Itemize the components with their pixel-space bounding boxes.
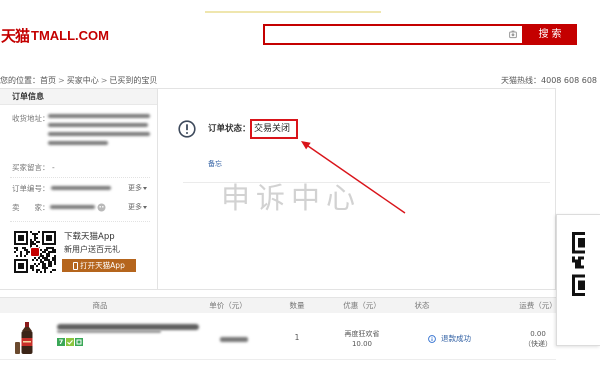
floating-qr-panel [556, 214, 600, 346]
search-button[interactable]: 搜索 [523, 24, 577, 45]
buyer-message-value: - [52, 163, 55, 172]
app-promo-title: 下载天猫App [64, 232, 115, 242]
qr-center-logo-icon [30, 247, 40, 257]
order-status-value: 交易关闭 [254, 124, 291, 134]
qr-modules [572, 232, 585, 296]
seller-name-redacted [50, 205, 95, 209]
breadcrumb-separator: > [58, 76, 65, 85]
unit-price-redacted [220, 337, 248, 342]
address-redacted-line [48, 141, 108, 145]
more-label: 更多 [128, 203, 142, 211]
wangwang-chat-icon[interactable] [97, 203, 106, 212]
alert-icon-dot [186, 132, 188, 134]
search-input[interactable] [269, 27, 509, 42]
logo-text-en: TMALL.COM [31, 27, 109, 43]
quantity-value: 1 [294, 333, 300, 342]
camera-icon[interactable] [509, 30, 517, 39]
phone-icon [73, 261, 79, 270]
info-icon-bar [431, 337, 433, 341]
info-divider [10, 221, 150, 222]
order-number-label: 订单编号： [12, 184, 50, 193]
search-box [263, 24, 524, 45]
address-redacted-line [48, 132, 150, 136]
open-app-button[interactable]: 打开天猫App [62, 259, 136, 272]
product-thumbnail[interactable] [14, 320, 40, 356]
address-redacted-line [48, 123, 148, 127]
open-app-label: 打开天猫App [80, 261, 125, 270]
address-redacted-line [48, 114, 150, 118]
breadcrumb-prefix: 您的位置： [0, 76, 40, 85]
alert-icon-bar [186, 124, 188, 131]
info-icon [428, 334, 436, 343]
breadcrumb-link-home[interactable]: 首页 [40, 76, 56, 85]
badge-check-mark [67, 340, 73, 345]
chevron-down-icon [143, 187, 147, 190]
alert-circle-icon [178, 120, 196, 138]
camera-icon-top [511, 30, 515, 33]
info-icon-dot [431, 336, 433, 338]
order-number-redacted [51, 186, 111, 190]
table-row: 7 1 再度狂欢省 10.00 退款成功 0.00 （快递） [0, 314, 556, 360]
wangwang-icon-eye [102, 206, 104, 208]
breadcrumb-current: 已买到的宝贝 [109, 76, 158, 85]
more-label: 更多 [128, 184, 142, 192]
column-header-status: 状态 [414, 301, 430, 310]
buyer-message-label: 买家留言： [12, 163, 50, 172]
seller-label: 卖 家： [12, 203, 50, 212]
side-qr-clip [569, 229, 585, 299]
service-badge-icon [66, 338, 74, 346]
watermark-text: 申诉中心 [221, 181, 362, 215]
wangwang-icon-face [97, 203, 106, 212]
column-header-quantity: 数量 [289, 301, 305, 310]
app-promo-subtitle: 新用户送百元礼 [64, 245, 120, 254]
refund-status-text: 退款成功 [441, 334, 471, 343]
refund-status-link[interactable]: 退款成功 [428, 334, 471, 343]
product-title-redacted-line [57, 330, 161, 333]
column-header-discount: 优惠（元） [343, 301, 381, 310]
top-accent-line [205, 11, 381, 13]
camera-icon-lens [511, 33, 515, 37]
order-info-header: 订单信息 [0, 89, 157, 105]
discount-amount: 10.00 [351, 340, 373, 348]
wangwang-icon-eye [99, 206, 101, 208]
order-status-label: 订单状态： [208, 124, 251, 134]
service-badge-7day: 7 [57, 338, 65, 346]
seller-more-toggle[interactable]: 更多 [128, 203, 147, 212]
hotline-text: 天猫热线：4008 608 608 [501, 76, 597, 85]
order-number-more-toggle[interactable]: 更多 [128, 184, 147, 193]
breadcrumb: 您的位置：首页 > 买家中心 > 已买到的宝贝 [0, 76, 157, 85]
info-divider [10, 177, 150, 178]
address-label: 收货地址： [12, 114, 50, 123]
column-header-unit-price: 单价（元） [209, 301, 247, 310]
memo-link[interactable]: 备忘 [208, 160, 222, 169]
tmall-logo[interactable]: 天猫 TMALL.COM [1, 25, 109, 45]
service-badge-icon [75, 338, 83, 346]
badge-inner-mark [76, 339, 82, 345]
chevron-down-icon [143, 206, 147, 209]
product-bottle-label-stripe [23, 341, 31, 343]
items-table-header: 商品 单价（元） 数量 优惠（元） 状态 运费（元） [0, 297, 600, 313]
product-side-item [15, 342, 20, 354]
column-header-product: 商品 [92, 301, 108, 310]
side-qr-code [572, 232, 585, 296]
breadcrumb-separator: > [100, 76, 108, 85]
discount-label: 再度狂欢省 [344, 330, 380, 338]
logo-text-cn: 天猫 [1, 26, 30, 45]
breadcrumb-link-buyer-center[interactable]: 买家中心 [67, 76, 99, 85]
product-bottle-cap [25, 322, 29, 327]
